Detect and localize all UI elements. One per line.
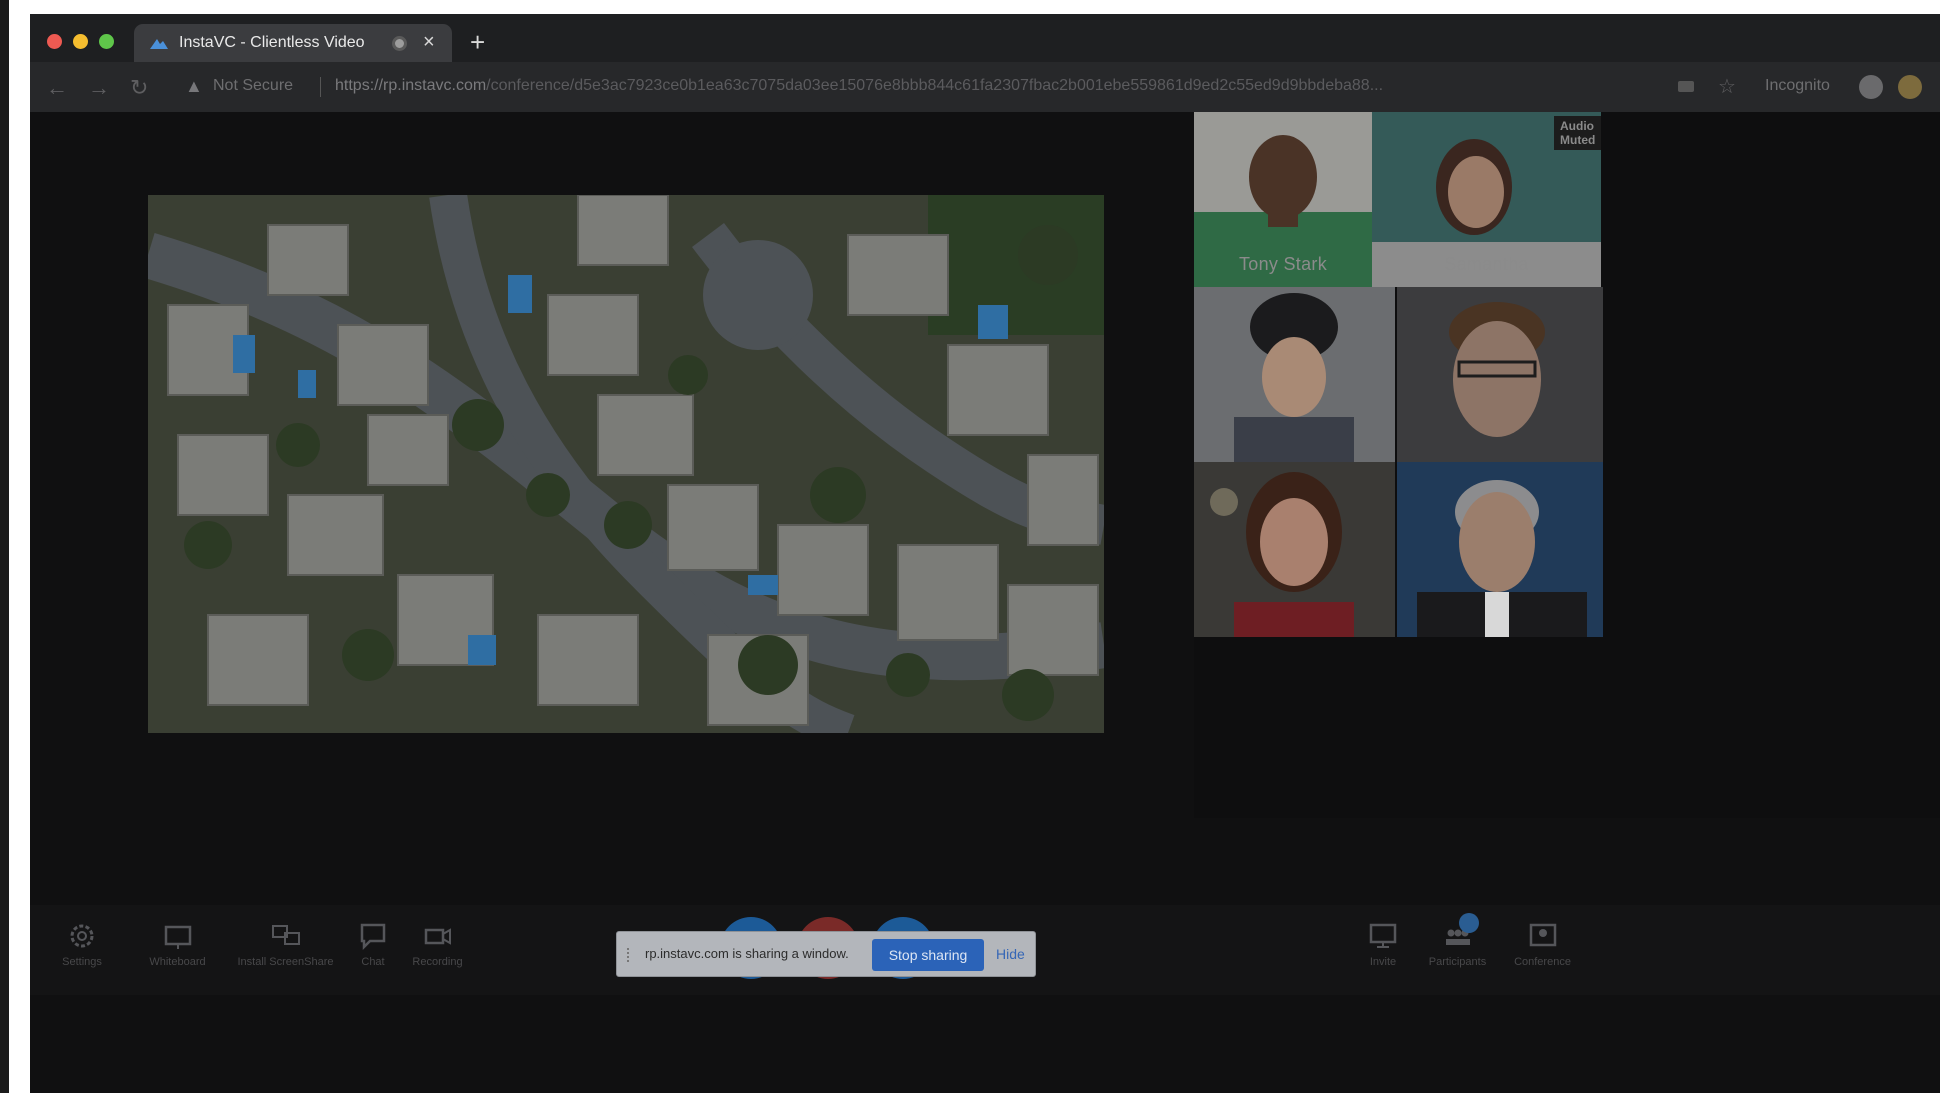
url-path: /conference/d5e3ac7923ce0b1ea63c7075da03… [486,77,1384,94]
browser-toolbar: ← → ↻ ▲ Not Secure https://rp.instavc.co… [30,62,1940,112]
recording-button[interactable]: Recording [405,921,470,968]
hide-link[interactable]: Hide [996,946,1025,962]
participant-tile[interactable] [1194,287,1395,462]
incognito-label: Incognito [1765,77,1830,94]
tab-title: InstaVC - Clientless Video [179,34,365,51]
drag-handle-icon[interactable] [627,948,633,962]
tool-label: Chat [361,956,385,968]
participant-tile[interactable]: Tony Stark [1194,112,1372,287]
reload-icon[interactable]: ↻ [130,75,148,101]
window-minimize-button[interactable] [73,34,88,49]
participant-tile[interactable] [1397,287,1603,462]
participant-name: Tony Stark [1238,254,1328,274]
participants-button[interactable]: Participants [1420,921,1495,968]
recording-icon [424,928,451,945]
url-field[interactable]: https://rp.instavc.com/conference/d5e3ac… [335,77,1675,95]
tab-close-icon[interactable]: × [423,31,435,54]
participant-video [1397,287,1603,462]
settings-button[interactable]: Settings [42,921,122,968]
browser-tab[interactable]: InstaVC - Clientless Video × [134,24,452,62]
participant-video [1194,462,1395,637]
tool-label: Recording [412,956,463,968]
screenshot-stage: InstaVC - Clientless Video × + ← → ↻ ▲ N… [0,0,1940,1093]
participant-grid: Tony Stark Audio Muted Samantha [1194,112,1940,818]
gear-icon [70,924,94,948]
participants-count-badge [1459,913,1479,933]
share-message: rp.instavc.com is sharing a window. [645,946,849,961]
chat-icon [360,923,386,951]
conference-button[interactable]: Conference [1500,921,1585,968]
tool-label: Settings [62,956,102,968]
invite-icon [1369,923,1397,948]
back-arrow-icon[interactable]: ← [46,75,68,101]
window-maximize-button[interactable] [99,34,114,49]
conference-toolbar: Settings Whiteboard Install ScreenShare [30,905,1940,995]
participant-tile[interactable] [1194,462,1395,637]
participant-video [1397,462,1603,637]
screenshare-icon [271,925,300,945]
conference-area: Tony Stark Audio Muted Samantha Settings… [30,112,1940,1093]
tab-strip: InstaVC - Clientless Video × + [30,14,1940,62]
tool-label: Conference [1514,956,1571,968]
background-window-edge [0,0,9,1093]
security-label[interactable]: Not Secure [213,77,293,95]
url-host: https://rp.instavc.com [335,77,487,94]
shared-screen-view [148,195,1104,733]
participant-name: Samantha [1444,254,1529,274]
window-close-button[interactable] [47,34,62,49]
forward-arrow-icon[interactable]: → [88,75,110,101]
participant-tile[interactable]: Audio Muted Samantha [1372,112,1601,287]
tool-label: Invite [1369,956,1397,968]
url-separator [320,77,321,97]
whiteboard-icon [164,925,191,949]
participant-tile[interactable] [1397,462,1603,637]
media-recording-icon [392,36,407,51]
aerial-neighborhood-image [148,195,1104,733]
instavc-favicon-icon [150,39,168,49]
whiteboard-button[interactable]: Whiteboard [130,921,225,968]
warning-icon: ▲ [185,76,203,96]
browser-window: InstaVC - Clientless Video × + ← → ↻ ▲ N… [30,14,1940,1093]
camera-icon[interactable] [1678,81,1694,92]
star-icon[interactable]: ☆ [1718,74,1736,99]
incognito-icon [1859,75,1883,99]
tool-label: Participants [1428,956,1487,968]
participant-video [1194,287,1395,462]
tool-label: Whiteboard [149,956,206,968]
conference-icon [1529,923,1556,947]
profile-icon[interactable] [1898,75,1922,99]
tool-label: Install ScreenShare [237,956,334,968]
audio-muted-badge: Audio Muted [1554,116,1601,150]
new-tab-button[interactable]: + [470,29,485,55]
screen-share-notification: rp.instavc.com is sharing a window. Stop… [616,931,1036,977]
install-screenshare-button[interactable]: Install ScreenShare [228,921,343,968]
stop-sharing-button[interactable]: Stop sharing [872,939,984,971]
chat-button[interactable]: Chat [348,921,398,968]
invite-button[interactable]: Invite [1352,921,1414,968]
